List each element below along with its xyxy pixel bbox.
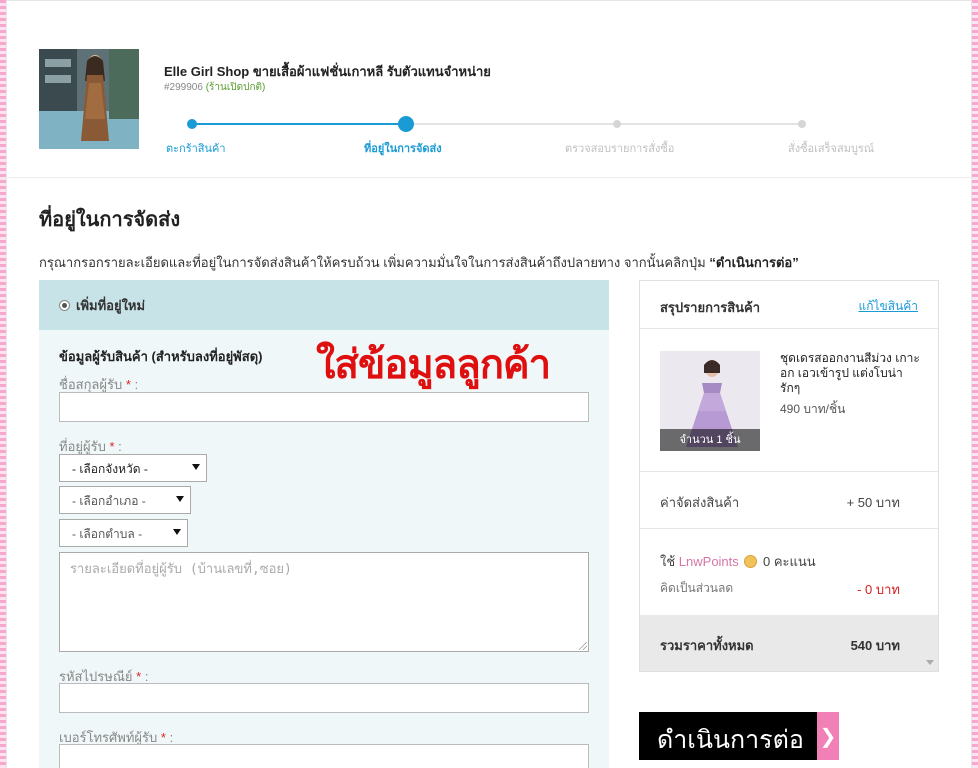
shop-status: (ร้านเปิดปกติ) — [205, 82, 266, 93]
subdistrict-select[interactable]: - เลือกตำบล - — [59, 519, 188, 547]
subdistrict-select-value: - เลือกตำบล - — [72, 527, 143, 541]
product-price: 490 บาท/ชิ้น — [780, 402, 846, 416]
step-complete: สั่งซื้อเสร็จสมบูรณ์ — [788, 143, 875, 155]
progress-fill — [192, 123, 406, 125]
shop-name[interactable]: Elle Girl Shop ขายเสื้อผ้าแฟชั่นเกาหลี ร… — [164, 61, 491, 82]
lnwpoints-link[interactable]: LnwPoints — [679, 554, 739, 569]
proceed-button-label: ดำเนินการต่อ — [657, 725, 804, 754]
step-dot-review — [613, 120, 621, 128]
summary-product: จำนวน 1 ชิ้น ชุดเดรสออกงานสีม่วง เกาะอก … — [640, 329, 938, 472]
instruction-button-ref: “ดำเนินการต่อ” — [709, 255, 799, 270]
coin-icon — [744, 555, 758, 568]
step-dot-cart — [187, 119, 197, 129]
summary-title: สรุปรายการสินค้า — [660, 300, 761, 315]
shipping-label: ค่าจัดส่งสินค้า — [660, 495, 740, 510]
points-usage: ใช้ LnwPoints 0 คะแนน — [660, 554, 816, 569]
total-row: รวมราคาทั้งหมด 540 บาท — [640, 615, 938, 671]
scroll-down-icon[interactable] — [926, 660, 934, 665]
address-detail-textarea[interactable]: รายละเอียดที่อยู่ผู้รับ (บ้านเลขที่,ซอย) — [59, 552, 589, 652]
district-select-value: - เลือกอำเภอ - — [72, 494, 146, 508]
overlay-annotation: ใส่ข้อมูลลูกค้า — [316, 342, 551, 388]
chevron-right-icon: ❯ — [817, 712, 839, 760]
edit-products-link[interactable]: แก้ไขสินค้า — [858, 297, 918, 316]
shipping-row: ค่าจัดส่งสินค้า + 50 บาท — [640, 472, 938, 529]
step-dot-complete — [798, 120, 806, 128]
recipient-name-input[interactable] — [59, 392, 589, 422]
proceed-button[interactable]: ดำเนินการต่อ ❯ — [639, 712, 839, 760]
instruction-body: กรุณากรอกรายละเอียดและที่อยู่ในการจัดส่ง… — [39, 255, 710, 270]
total-value: 540 บาท — [850, 638, 900, 653]
shop-id-number: #299906 — [164, 82, 203, 93]
step-cart[interactable]: ตะกร้าสินค้า — [166, 139, 226, 157]
new-address-label: เพิ่มที่อยู่ใหม่ — [76, 297, 146, 313]
province-select-value: - เลือกจังหวัด - — [72, 462, 148, 476]
address-detail-placeholder: รายละเอียดที่อยู่ผู้รับ (บ้านเลขที่,ซอย) — [70, 562, 292, 577]
shipping-value: + 50 บาท — [846, 495, 900, 510]
total-label: รวมราคาทั้งหมด — [660, 638, 754, 653]
chevron-down-icon — [176, 496, 184, 502]
district-select[interactable]: - เลือกอำเภอ - — [59, 486, 191, 514]
summary-header: สรุปรายการสินค้า แก้ไขสินค้า — [640, 281, 938, 329]
postcode-input[interactable] — [59, 683, 589, 713]
product-image[interactable]: จำนวน 1 ชิ้น — [660, 351, 760, 451]
shop-id: #299906 (ร้านเปิดปกติ) — [164, 80, 265, 95]
new-address-option[interactable]: เพิ่มที่อยู่ใหม่ — [39, 280, 609, 330]
instruction-text: กรุณากรอกรายละเอียดและที่อยู่ในการจัดส่ง… — [39, 252, 799, 273]
new-address-radio[interactable] — [59, 299, 70, 311]
recipient-section-title: ข้อมูลผู้รับสินค้า (สำหรับลงที่อยู่พัสดุ… — [59, 349, 263, 364]
discount-value: - 0 บาท — [857, 582, 900, 597]
phone-input[interactable] — [59, 744, 589, 768]
product-quantity: จำนวน 1 ชิ้น — [660, 429, 760, 451]
checkout-header: Elle Girl Shop ขายเสื้อผ้าแฟชั่นเกาหลี ร… — [0, 0, 978, 178]
points-row: ใช้ LnwPoints 0 คะแนน คิดเป็นส่วนลด - 0 … — [640, 529, 938, 617]
step-review: ตรวจสอบรายการสั่งซื้อ — [565, 143, 675, 155]
product-name[interactable]: ชุดเดรสออกงานสีม่วง เกาะอก เอวเข้ารูป แต… — [780, 351, 920, 396]
chevron-down-icon — [173, 529, 181, 535]
province-select[interactable]: - เลือกจังหวัด - — [59, 454, 207, 482]
shop-logo-photo — [39, 49, 139, 149]
resize-handle-icon[interactable] — [579, 642, 587, 650]
step-address: ที่อยู่ในการจัดส่ง — [364, 143, 442, 155]
chevron-down-icon — [192, 464, 200, 470]
step-dot-address — [398, 116, 414, 132]
order-summary: สรุปรายการสินค้า แก้ไขสินค้า จำนวน 1 ชิ้… — [639, 280, 939, 672]
page-title: ที่อยู่ในการจัดส่ง — [39, 209, 181, 231]
discount-label: คิดเป็นส่วนลด — [660, 581, 734, 595]
